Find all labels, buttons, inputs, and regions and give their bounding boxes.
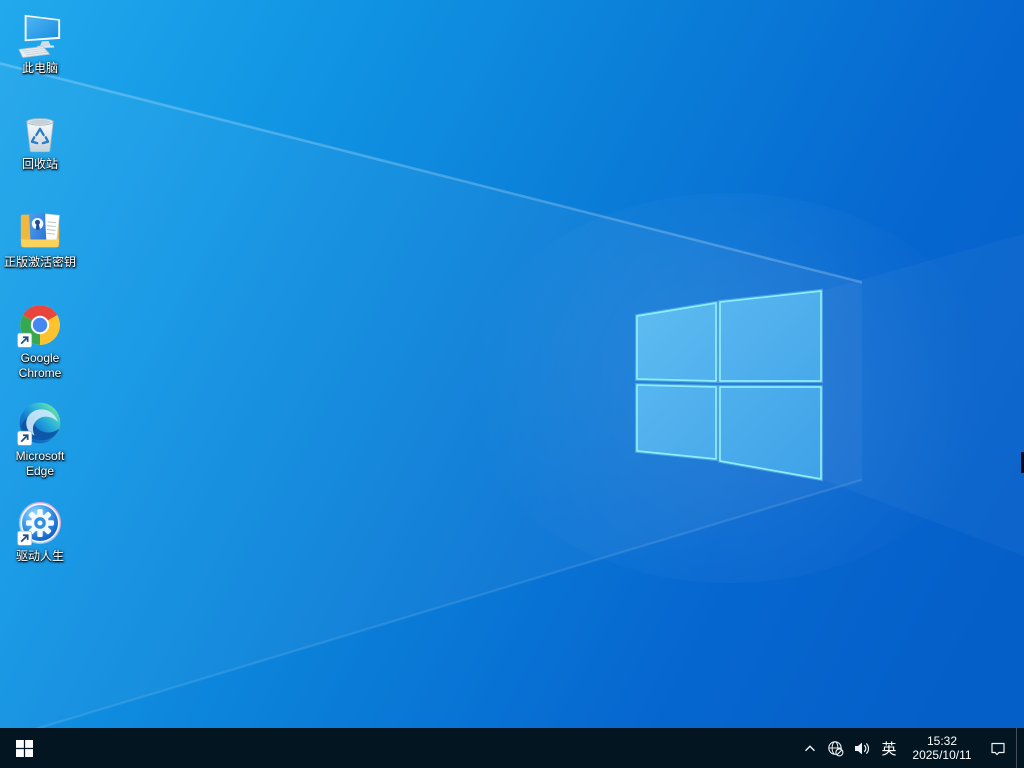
desktop-icon-label: Microsoft Edge bbox=[15, 449, 65, 478]
system-tray: 英 15:32 2025/10/11 bbox=[798, 728, 1024, 768]
desktop-icon-label: 此电脑 bbox=[21, 61, 58, 75]
shortcut-arrow-badge bbox=[17, 430, 33, 446]
notification-bubble-icon bbox=[991, 742, 1005, 755]
driver-life-icon bbox=[17, 500, 63, 546]
start-button[interactable] bbox=[0, 728, 48, 768]
desktop-icon-microsoft-edge[interactable]: Microsoft Edge bbox=[1, 400, 79, 479]
desktop-icon-google-chrome[interactable]: Google Chrome bbox=[1, 302, 79, 381]
desktop-icon-recycle-bin[interactable]: 回收站 bbox=[1, 108, 79, 172]
network-status-button[interactable] bbox=[822, 728, 848, 768]
windows-logo-icon bbox=[15, 739, 33, 757]
recycle-bin-icon bbox=[17, 108, 63, 154]
desktop-icon-driver-life[interactable]: 驱动人生 bbox=[1, 500, 79, 564]
taskbar: 英 15:32 2025/10/11 bbox=[0, 728, 1024, 768]
desktop-icon-this-pc[interactable]: 此电脑 bbox=[1, 12, 79, 76]
wallpaper bbox=[0, 0, 1024, 728]
show-desktop-button[interactable] bbox=[1016, 728, 1024, 768]
tray-date: 2025/10/11 bbox=[912, 748, 972, 762]
action-center-button[interactable] bbox=[980, 728, 1016, 768]
this-pc-icon bbox=[17, 12, 63, 58]
shortcut-arrow-badge bbox=[17, 332, 33, 348]
shortcut-arrow-badge bbox=[17, 530, 33, 546]
desktop-icon-label: 驱动人生 bbox=[15, 549, 64, 563]
desktop: 此电脑 回收站 正版激活密钥 Google Chrome Microsoft E… bbox=[0, 0, 1024, 728]
chevron-up-icon bbox=[804, 744, 816, 751]
ime-indicator[interactable]: 英 bbox=[874, 728, 904, 768]
taskbar-empty-area bbox=[48, 728, 798, 768]
desktop-icon-label: Google Chrome bbox=[18, 351, 62, 380]
show-hidden-icons-button[interactable] bbox=[798, 728, 822, 768]
desktop-icon-label: 回收站 bbox=[21, 157, 58, 171]
desktop-icon-activation-key[interactable]: 正版激活密钥 bbox=[1, 206, 79, 270]
microsoft-edge-icon bbox=[17, 400, 63, 446]
globe-no-internet-icon bbox=[827, 740, 843, 756]
google-chrome-icon bbox=[17, 302, 63, 348]
activation-key-folder-icon bbox=[17, 206, 63, 252]
desktop-icon-label: 正版激活密钥 bbox=[3, 255, 76, 269]
volume-button[interactable] bbox=[848, 728, 874, 768]
tray-time: 15:32 bbox=[926, 734, 958, 748]
windows-logo bbox=[635, 288, 823, 482]
speaker-icon bbox=[854, 742, 869, 754]
taskbar-clock[interactable]: 15:32 2025/10/11 bbox=[904, 728, 980, 768]
